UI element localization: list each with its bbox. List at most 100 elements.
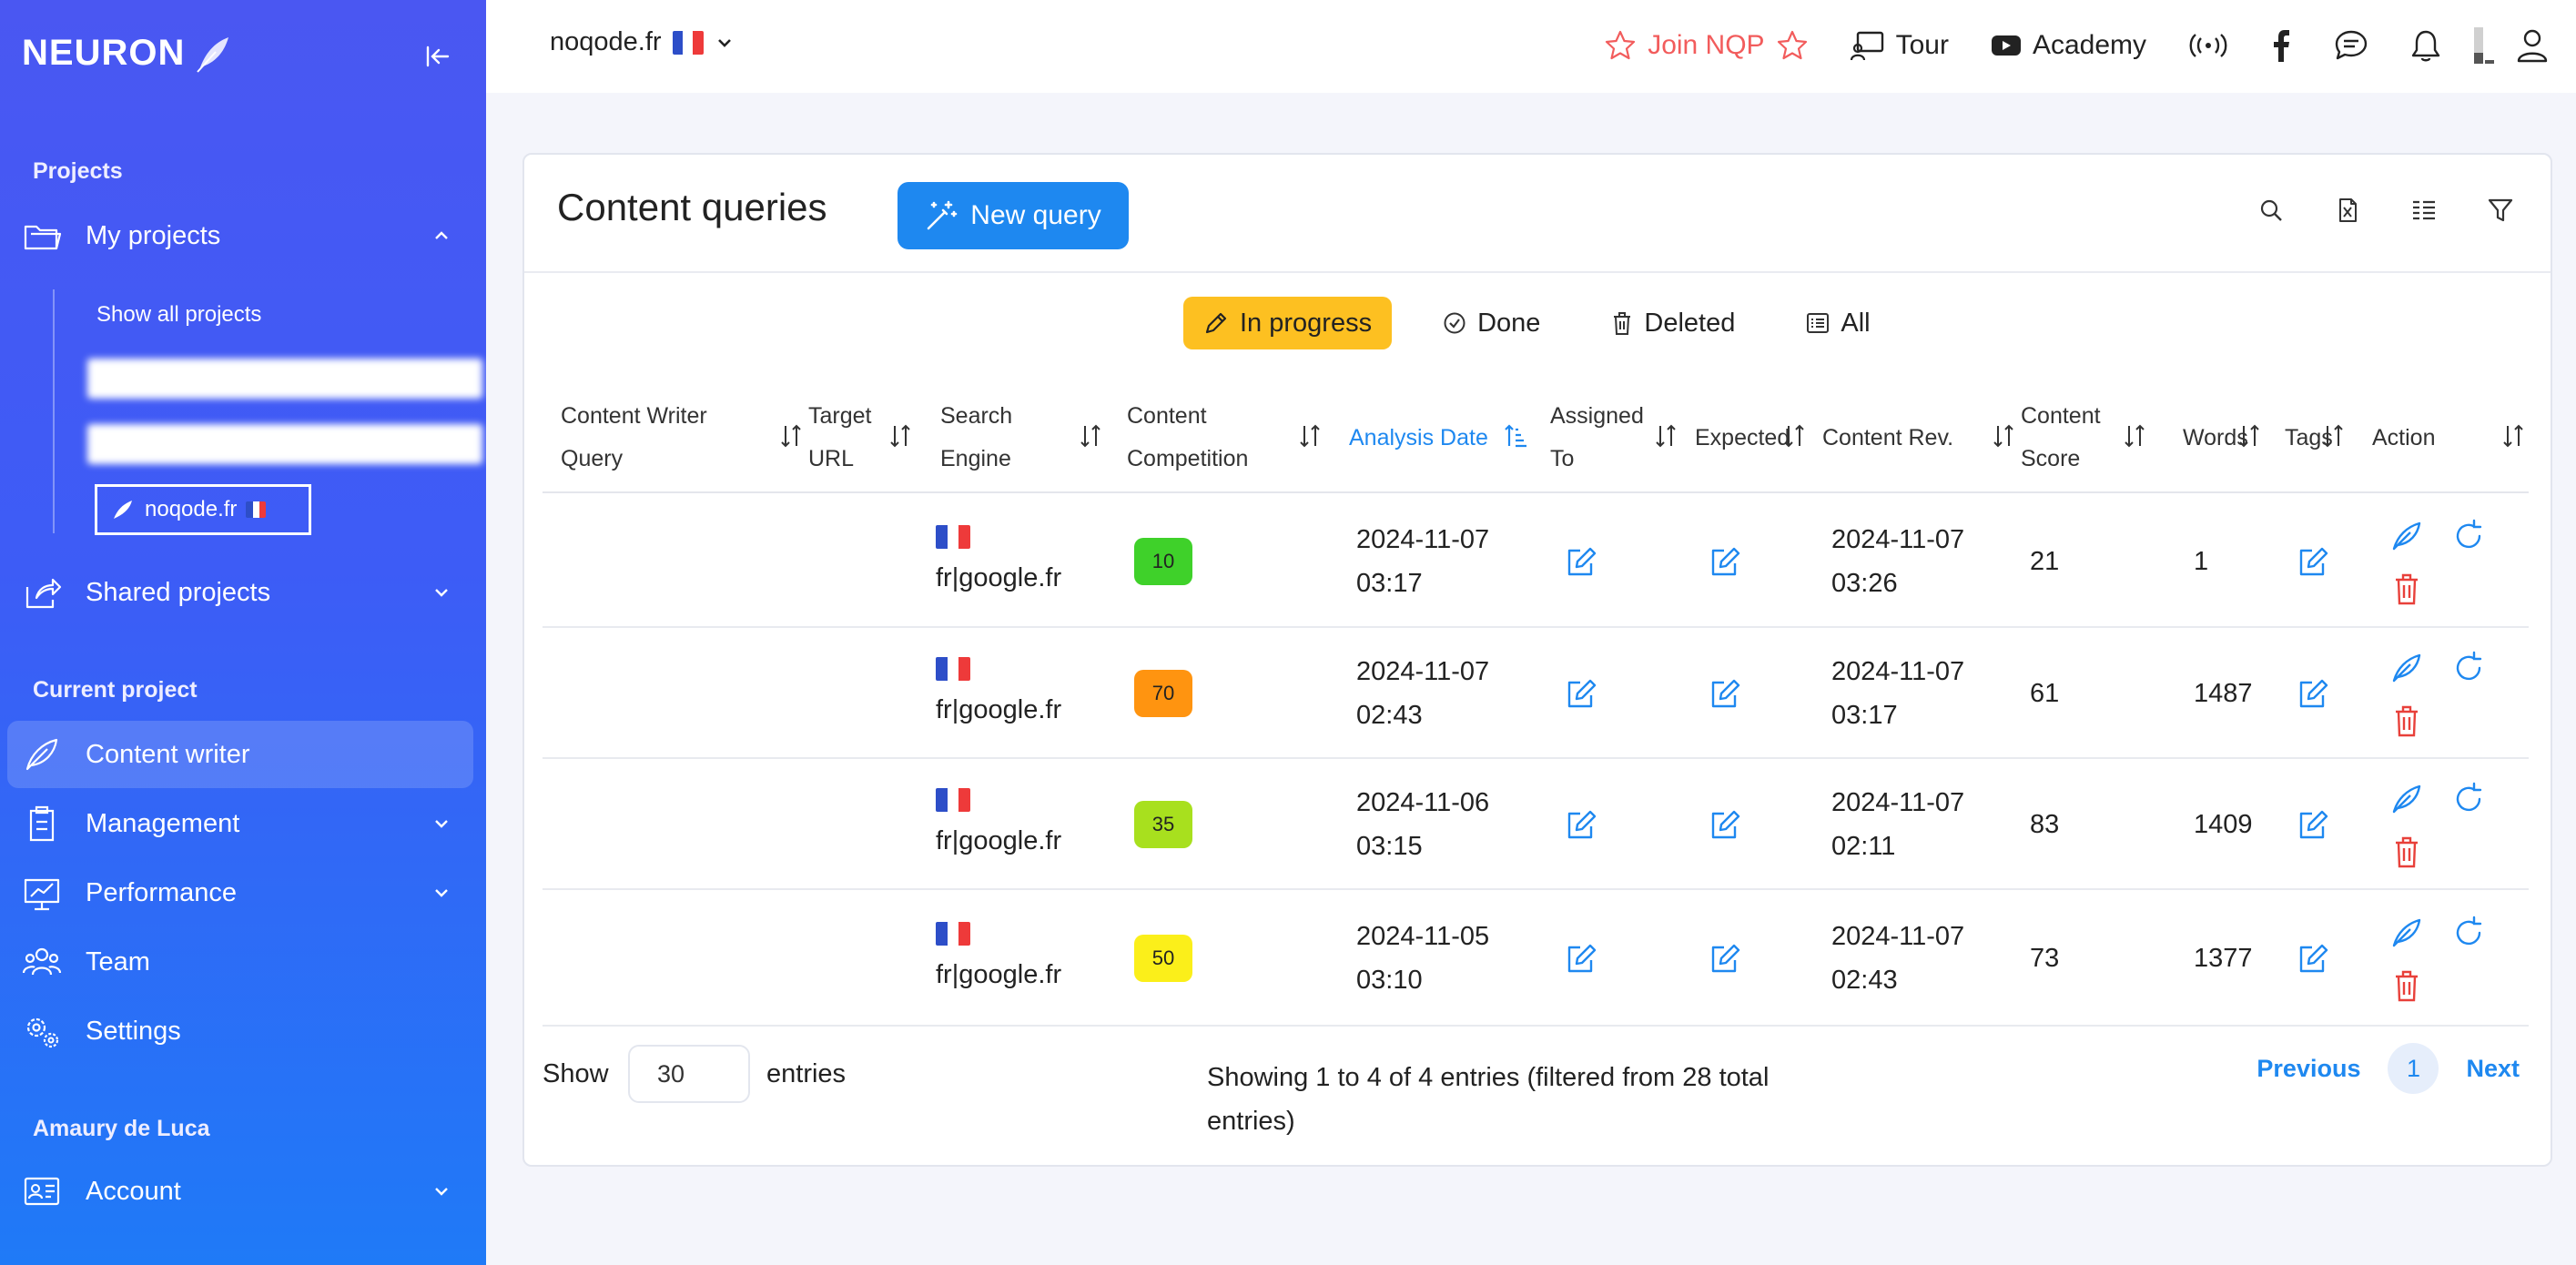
col-words[interactable]: Words (2183, 382, 2259, 493)
academy-button[interactable]: Academy (1991, 30, 2146, 61)
bell-icon[interactable] (2410, 28, 2441, 63)
chart-screen-icon (22, 873, 62, 913)
open-writer-feather-icon[interactable] (2388, 650, 2425, 686)
col-label: Target URL (808, 403, 872, 471)
excel-export-icon[interactable] (2334, 197, 2361, 224)
table-row: fr|google.fr 50 2024-11-05 03:10 2024-11-… (543, 890, 2529, 1027)
collapse-sidebar-icon[interactable] (419, 38, 455, 75)
projects-section-label: Projects (33, 158, 123, 184)
entries-per-page-input[interactable]: 30 (628, 1045, 750, 1103)
redacted-project-2[interactable] (87, 424, 482, 464)
edit-tags-icon[interactable] (2294, 675, 2330, 712)
refresh-icon[interactable] (2450, 915, 2487, 951)
academy-label: Academy (2032, 30, 2146, 60)
chevron-down-icon (435, 589, 448, 597)
page-title: Content queries (557, 186, 827, 228)
col-tags[interactable]: Tags (2285, 382, 2348, 493)
edit-assignee-icon[interactable] (1562, 940, 1598, 977)
delete-icon[interactable] (2388, 703, 2425, 739)
delete-icon[interactable] (2388, 834, 2425, 870)
table-header: Content Writer Query Target URL Search Eng… (543, 382, 2529, 493)
open-writer-feather-icon[interactable] (2388, 518, 2425, 554)
feather-icon (22, 734, 62, 774)
refresh-icon[interactable] (2450, 650, 2487, 686)
col-action[interactable]: Action (2372, 382, 2523, 493)
filter-in-progress[interactable]: In progress (1183, 297, 1393, 349)
tour-label: Tour (1895, 30, 1949, 60)
join-nqp-button[interactable]: Join NQP (1604, 29, 1808, 62)
sidebar-item-performance[interactable]: Performance (7, 859, 473, 926)
columns-icon[interactable] (2410, 197, 2438, 224)
edit-tags-icon[interactable] (2294, 543, 2330, 580)
edit-assignee-icon[interactable] (1562, 675, 1598, 712)
tour-button[interactable]: Tour (1850, 30, 1949, 61)
filter-all[interactable]: All (1786, 297, 1890, 349)
col-search-engine[interactable]: Search Engine (940, 382, 1100, 493)
edit-expected-icon[interactable] (1706, 675, 1742, 712)
redacted-project-1[interactable] (87, 359, 482, 399)
previous-page-link[interactable]: Previous (2257, 1055, 2360, 1083)
user-icon[interactable] (2516, 28, 2549, 63)
edit-expected-icon[interactable] (1706, 543, 1742, 580)
filter-deleted[interactable]: Deleted (1591, 297, 1755, 349)
id-card-icon (22, 1171, 62, 1211)
delete-icon[interactable] (2388, 571, 2425, 607)
sidebar-item-my-projects[interactable]: My projects (7, 202, 473, 269)
active-project-chip[interactable]: noqode.fr (95, 484, 311, 535)
edit-assignee-icon[interactable] (1562, 543, 1598, 580)
sidebar-item-label: Management (86, 808, 240, 838)
edit-tags-icon[interactable] (2294, 940, 2330, 977)
logo[interactable]: NEURON (22, 33, 232, 74)
edit-expected-icon[interactable] (1706, 940, 1742, 977)
search-icon[interactable] (2257, 197, 2285, 224)
col-expected[interactable]: Expected (1695, 382, 1804, 493)
france-flag-icon (936, 657, 970, 681)
edit-expected-icon[interactable] (1706, 806, 1742, 843)
filter-done[interactable]: Done (1423, 297, 1560, 349)
col-content-score[interactable]: Content Score (2021, 382, 2145, 493)
sort-icon (781, 424, 801, 448)
pagination: Previous 1 Next (2257, 1043, 2520, 1094)
show-all-projects-link[interactable]: Show all projects (96, 302, 261, 328)
sidebar-item-settings[interactable]: Settings (7, 997, 473, 1065)
star-icon (1777, 30, 1807, 60)
top-actions: Join NQP Tour Academy (1604, 0, 2576, 91)
words-cell: 1487 (2194, 679, 2253, 708)
sidebar-item-management[interactable]: Management (7, 790, 473, 857)
sidebar-item-account[interactable]: Account (7, 1158, 473, 1225)
page-1-button[interactable]: 1 (2388, 1043, 2439, 1094)
content-rev-cell: 2024-11-07 02:11 (1831, 788, 1965, 861)
broadcast-icon[interactable] (2188, 32, 2228, 59)
open-writer-feather-icon[interactable] (2388, 915, 2425, 951)
filter-all-label: All (1841, 308, 1871, 338)
refresh-icon[interactable] (2450, 518, 2487, 554)
sidebar-item-shared-projects[interactable]: Shared projects (7, 559, 473, 626)
team-icon (22, 942, 62, 982)
filter-deleted-label: Deleted (1644, 308, 1736, 338)
filter-icon[interactable] (2487, 197, 2514, 224)
next-page-link[interactable]: Next (2466, 1055, 2520, 1083)
search-engine-cell: fr|google.fr (936, 695, 1062, 724)
facebook-icon[interactable] (2270, 29, 2292, 62)
refresh-icon[interactable] (2450, 781, 2487, 817)
col-target-url[interactable]: Target URL (808, 382, 910, 493)
user-section-label: Amaury de Luca (33, 1116, 210, 1141)
edit-assignee-icon[interactable] (1562, 806, 1598, 843)
col-content-rev[interactable]: Content Rev. (1822, 382, 2013, 493)
check-circle-icon (1444, 312, 1465, 334)
site-selector[interactable]: noqode.fr (550, 27, 735, 57)
sidebar-item-team[interactable]: Team (7, 928, 473, 996)
chat-icon[interactable] (2334, 29, 2368, 62)
search-engine-cell: fr|google.fr (936, 563, 1062, 592)
france-flag-icon (936, 788, 970, 812)
col-content-writer-query[interactable]: Content Writer Query (561, 382, 801, 493)
col-content-competition[interactable]: Content Competition (1127, 382, 1320, 493)
new-query-button[interactable]: New query (898, 182, 1129, 249)
delete-icon[interactable] (2388, 967, 2425, 1004)
open-writer-feather-icon[interactable] (2388, 781, 2425, 817)
col-assigned-to[interactable]: Assigned To (1550, 382, 1676, 493)
sidebar-item-content-writer[interactable]: Content writer (7, 721, 473, 788)
col-label: Action (2372, 424, 2436, 450)
col-analysis-date[interactable]: Analysis Date (1349, 382, 1526, 493)
edit-tags-icon[interactable] (2294, 806, 2330, 843)
